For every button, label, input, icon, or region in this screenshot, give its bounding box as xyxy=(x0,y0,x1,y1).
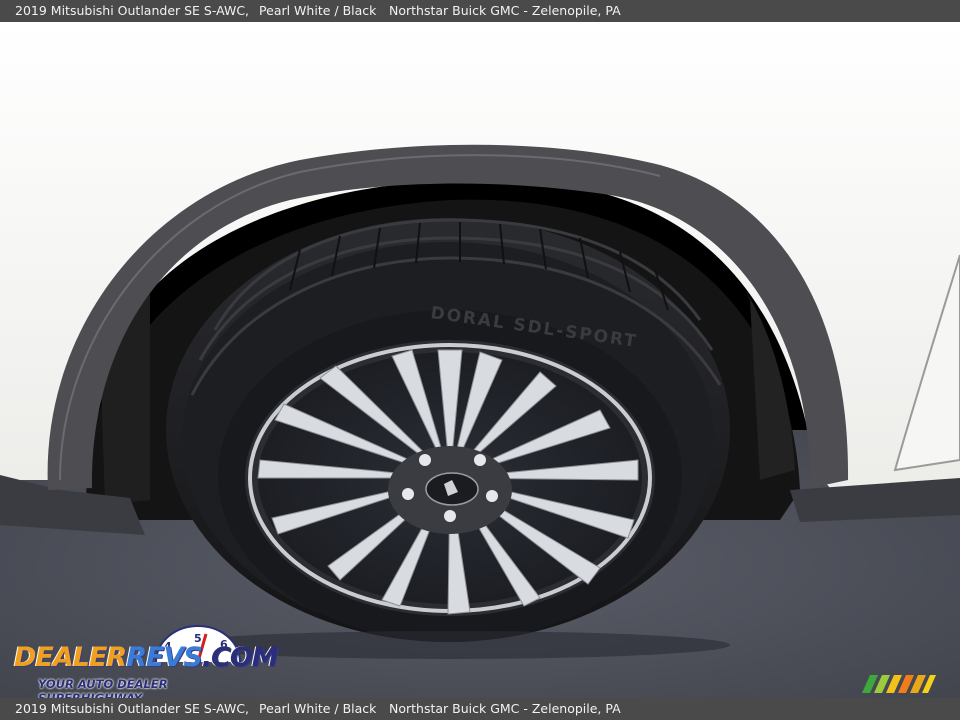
photo-frame: 2019 Mitsubishi Outlander SE S-AWC, Pearl… xyxy=(0,0,960,720)
caption-vehicle-top: 2019 Mitsubishi Outlander SE S-AWC, Pearl… xyxy=(15,0,376,22)
caption-dealer-top: Northstar Buick GMC - Zelenopile, PA xyxy=(389,3,621,18)
caption-dealer-bottom: Northstar Buick GMC - Zelenopile, PA xyxy=(389,701,621,716)
alloy-wheel xyxy=(245,340,655,616)
vehicle-name: 2019 Mitsubishi Outlander SE S-AWC, xyxy=(15,701,250,716)
caption-vehicle-bottom: 2019 Mitsubishi Outlander SE S-AWC, Pearl… xyxy=(15,698,376,720)
vehicle-color: Pearl White / Black xyxy=(259,701,377,716)
dealerrevs-logo-text: DEALERREVS.COM xyxy=(14,642,279,673)
caption-bar-bottom: 2019 Mitsubishi Outlander SE S-AWC, Pearl… xyxy=(0,698,960,720)
vehicle-color: Pearl White / Black xyxy=(259,3,377,18)
dealerrevs-watermark: 4 5 6 DEALERREVS.COM YOUR AUTO DEALER SU… xyxy=(12,624,279,705)
stripes-logo-icon xyxy=(862,675,936,693)
caption-bar-top: 2019 Mitsubishi Outlander SE S-AWC, Pearl… xyxy=(0,0,960,22)
wheel-photo: DORAL SDL-SPORT xyxy=(0,22,960,698)
vehicle-name: 2019 Mitsubishi Outlander SE S-AWC, xyxy=(15,3,250,18)
